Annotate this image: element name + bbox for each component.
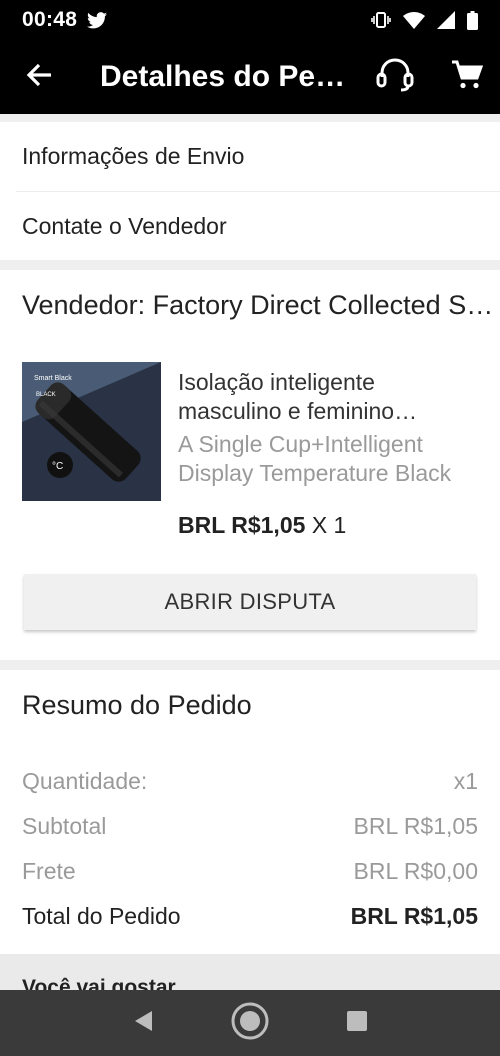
shopping-cart-icon — [451, 60, 484, 95]
back-button[interactable] — [0, 40, 78, 114]
nav-recents-button[interactable] — [327, 993, 387, 1053]
summary-row-total: Total do Pedido BRL R$1,05 — [22, 903, 478, 930]
status-icons — [371, 10, 478, 30]
seller-card: Vendedor: Factory Direct Collected Store… — [0, 270, 500, 660]
page-title: Detalhes do Pedido — [100, 60, 346, 93]
recommendations-title: Você vai gostar — [22, 976, 176, 990]
arrow-left-icon — [26, 63, 52, 92]
svg-text:°C: °C — [52, 461, 63, 472]
nav-back-button[interactable] — [113, 993, 173, 1053]
summary-total-value: BRL R$1,05 — [350, 903, 478, 929]
summary-label: Subtotal — [22, 813, 107, 839]
product-variant: A Single Cup+Intelligent Display Tempera… — [178, 430, 484, 488]
shipping-info-link[interactable]: Informações de Envio — [0, 122, 500, 191]
summary-row-shipping: Frete BRL R$0,00 — [22, 858, 478, 885]
summary-value: BRL R$1,05 — [353, 813, 478, 839]
summary-label: Total do Pedido — [22, 903, 181, 929]
summary-label: Quantidade: — [22, 768, 148, 794]
contact-seller-link[interactable]: Contate o Vendedor — [16, 191, 500, 260]
wifi-icon — [403, 11, 425, 29]
summary-label: Frete — [22, 858, 76, 884]
signal-icon — [437, 11, 455, 29]
recommendations-section: Você vai gostar — [0, 954, 500, 990]
order-links-card: Informações de Envio Contate o Vendedor — [0, 122, 500, 260]
open-dispute-button[interactable]: ABRIR DISPUTA — [24, 574, 476, 630]
nav-home-button[interactable] — [220, 993, 280, 1053]
support-button[interactable] — [372, 54, 418, 100]
headset-icon — [375, 57, 415, 98]
product-image-subcaption: BLACK — [36, 392, 56, 398]
twitter-icon — [87, 11, 108, 29]
product-image[interactable]: °C Smart Black BLACK — [22, 362, 161, 501]
status-bar: 00:48 — [0, 0, 500, 40]
product-quantity: X 1 — [311, 512, 347, 538]
summary-value: BRL R$0,00 — [353, 858, 478, 884]
status-time: 00:48 — [22, 8, 78, 31]
system-nav-bar — [0, 990, 500, 1056]
product-price-line: BRL R$1,05 X 1 — [178, 512, 346, 539]
order-summary-card: Resumo do Pedido Quantidade: x1 Subtotal… — [0, 670, 500, 954]
cart-button[interactable] — [444, 54, 490, 100]
triangle-back-icon — [132, 1009, 154, 1038]
seller-name[interactable]: Vendedor: Factory Direct Collected Store — [22, 290, 494, 321]
circle-home-icon — [230, 1001, 270, 1046]
square-recents-icon — [346, 1010, 368, 1037]
summary-title: Resumo do Pedido — [22, 690, 252, 720]
thermos-bottle-image: °C — [22, 362, 161, 501]
vibrate-icon — [371, 12, 391, 28]
product-title-text: Isolação inteligente masculino e feminin… — [178, 369, 395, 424]
summary-row-subtotal: Subtotal BRL R$1,05 — [22, 813, 478, 840]
app-bar: Detalhes do Pedido — [0, 40, 500, 114]
summary-row-quantity: Quantidade: x1 — [22, 768, 478, 795]
product-title[interactable]: Isolação inteligente masculino e feminin… — [178, 368, 484, 426]
product-price: BRL R$1,05 — [178, 512, 306, 538]
product-variant-text: A Single Cup+Intelligent Display Tempera… — [178, 431, 452, 486]
status-left: 00:48 — [22, 8, 108, 32]
battery-icon — [467, 10, 478, 30]
product-image-caption: Smart Black — [34, 375, 72, 382]
summary-value: x1 — [453, 768, 478, 794]
